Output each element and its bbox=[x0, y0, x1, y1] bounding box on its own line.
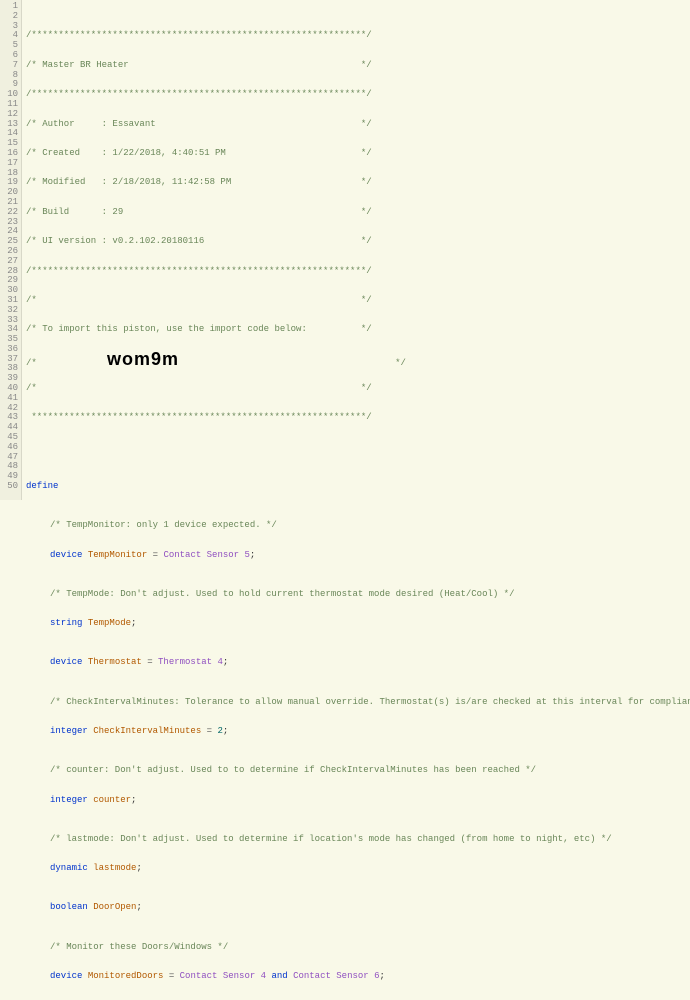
header-build: /* Build : 29 */ bbox=[26, 207, 372, 217]
dev-cs5: Contact Sensor 5 bbox=[163, 550, 249, 560]
header-modified: /* Modified : 2/18/2018, 11:42:58 PM */ bbox=[26, 177, 372, 187]
cmt-checkint: /* CheckIntervalMinutes: Tolerance to al… bbox=[50, 697, 690, 707]
cmt-tempmonitor: /* TempMonitor: only 1 device expected. … bbox=[50, 520, 277, 530]
var-tempmonitor: TempMonitor bbox=[88, 550, 147, 560]
code-editor: 1234567891011121314151617181920212223242… bbox=[0, 0, 690, 500]
dev-thermostat4: Thermostat 4 bbox=[158, 657, 223, 667]
header-border: /***************************************… bbox=[26, 30, 372, 40]
import-code-post: */ bbox=[179, 358, 406, 368]
kw-device: device bbox=[50, 550, 82, 560]
code-area[interactable]: /* **************************************… bbox=[22, 0, 690, 500]
var-thermostat: Thermostat bbox=[88, 657, 142, 667]
cmt-counter: /* counter: Don't adjust. Used to to det… bbox=[50, 765, 536, 775]
dev-cs4: Contact Sensor 4 bbox=[180, 971, 266, 981]
header-blank-2: /* */ bbox=[26, 383, 372, 393]
cmt-doors: /* Monitor these Doors/Windows */ bbox=[50, 942, 228, 952]
kw-integer: integer bbox=[50, 726, 88, 736]
kw-string: string bbox=[50, 618, 82, 628]
cmt-tempmode: /* TempMode: Don't adjust. Used to hold … bbox=[50, 589, 514, 599]
var-counter: counter bbox=[93, 795, 131, 805]
var-lastmode: lastmode bbox=[93, 863, 136, 873]
import-code: wom9m bbox=[107, 349, 179, 369]
dev-cs6: Contact Sensor 6 bbox=[293, 971, 379, 981]
import-code-pre: /* bbox=[26, 358, 107, 368]
var-tempmode: TempMode bbox=[88, 618, 131, 628]
kw-integer-2: integer bbox=[50, 795, 88, 805]
kw-and: and bbox=[271, 971, 287, 981]
header-sep2: /***************************************… bbox=[26, 266, 372, 276]
var-mondoors: MonitoredDoors bbox=[88, 971, 164, 981]
cmt-lastmode: /* lastmode: Don't adjust. Used to deter… bbox=[50, 834, 612, 844]
line-number: 50 bbox=[0, 482, 18, 492]
header-created: /* Created : 1/22/2018, 4:40:51 PM */ bbox=[26, 148, 372, 158]
header-title: /* Master BR Heater */ bbox=[26, 60, 372, 70]
header-author: /* Author : Essavant */ bbox=[26, 119, 372, 129]
var-dooropen: DoorOpen bbox=[93, 902, 136, 912]
header-import: /* To import this piston, use the import… bbox=[26, 324, 372, 334]
header-sep3: ****************************************… bbox=[26, 412, 372, 422]
kw-boolean: boolean bbox=[50, 902, 88, 912]
header-blank-1: /* */ bbox=[26, 295, 372, 305]
header-ui: /* UI version : v0.2.102.20180116 */ bbox=[26, 236, 372, 246]
kw-define: define bbox=[26, 481, 58, 491]
kw-dynamic: dynamic bbox=[50, 863, 88, 873]
kw-device-2: device bbox=[50, 657, 82, 667]
var-checkint: CheckIntervalMinutes bbox=[93, 726, 201, 736]
header-sep: /***************************************… bbox=[26, 89, 372, 99]
kw-device-3: device bbox=[50, 971, 82, 981]
line-number-gutter: 1234567891011121314151617181920212223242… bbox=[0, 0, 22, 500]
